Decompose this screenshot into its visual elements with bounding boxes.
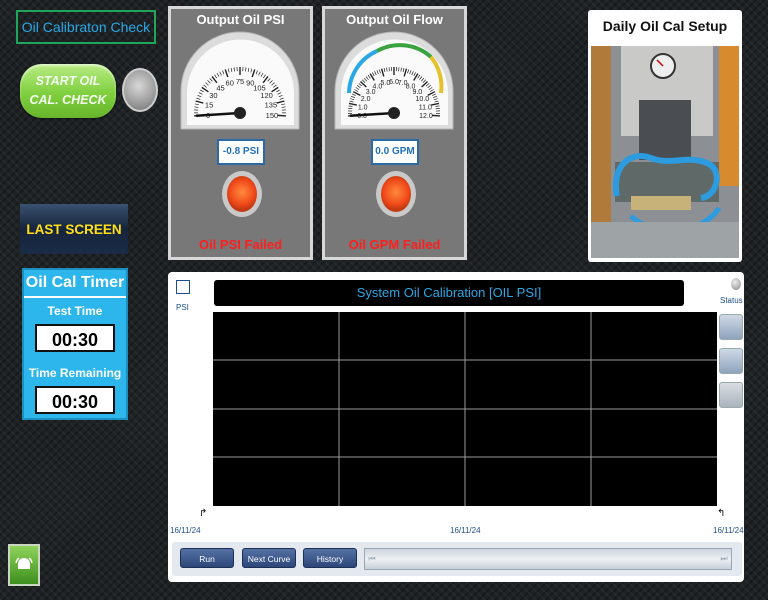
x-end-label: 16/11/24 bbox=[713, 526, 744, 535]
start-button-line2: CAL. CHECK bbox=[29, 93, 107, 107]
setup-photo bbox=[591, 46, 739, 258]
gpm-tick bbox=[431, 114, 440, 117]
psi-tick-label: 120 bbox=[260, 91, 273, 100]
psi-tick-label: 15 bbox=[205, 101, 213, 110]
last-screen-button[interactable]: LAST SCREEN bbox=[20, 204, 128, 254]
time-remaining-label: Time Remaining bbox=[28, 366, 122, 380]
trend-scrollbar[interactable]: ⏮ ⏭ bbox=[364, 548, 732, 570]
oil-flow-gauge-panel: Output Oil Flow 0.0 1.0 2.0 3.0 4.0 5.0 6.0 7.0… bbox=[322, 6, 467, 260]
gpm-tick-label: 10.0 bbox=[416, 96, 430, 103]
y-axis-label: PSI bbox=[176, 303, 189, 312]
gpm-tick-label: 11.0 bbox=[419, 104, 432, 111]
start-oil-cal-check-button[interactable]: START OIL CAL. CHECK bbox=[20, 64, 116, 118]
gpm-tick-label: 12.0 bbox=[419, 113, 433, 120]
page-title: Oil Calibraton Check bbox=[16, 10, 156, 44]
trend-curve-icon[interactable] bbox=[719, 348, 743, 374]
psi-tick-label: 150 bbox=[266, 111, 279, 120]
oil-psi-gauge-panel: Output Oil PSI 0153045607590105120135150… bbox=[168, 6, 313, 260]
camera-icon[interactable] bbox=[719, 314, 743, 340]
status-lamp bbox=[731, 278, 741, 290]
x-mid-label: 16/11/24 bbox=[450, 526, 481, 535]
timer-title: Oil Cal Timer bbox=[24, 270, 126, 298]
pen-icon[interactable] bbox=[719, 382, 743, 408]
flow-gauge-dial: 0.01.02.03.04.05.06.07.08.09.010.011.012… bbox=[334, 31, 454, 130]
run-button[interactable]: Run bbox=[180, 548, 234, 568]
trend-grid bbox=[213, 312, 717, 506]
start-status-lamp bbox=[122, 68, 158, 112]
flow-gauge-title: Output Oil Flow bbox=[346, 12, 443, 27]
scroll-last-icon[interactable]: ⏭ bbox=[718, 551, 730, 567]
psi-tick-label: 45 bbox=[216, 84, 224, 93]
trend-plot-area bbox=[213, 312, 717, 506]
scroll-first-icon[interactable]: ⏮ bbox=[366, 551, 378, 567]
history-button[interactable]: History bbox=[303, 548, 357, 568]
psi-tick-label: 75 bbox=[236, 77, 244, 86]
psi-tick-label: 60 bbox=[226, 79, 234, 88]
psi-readout: -0.8 PSI bbox=[217, 139, 265, 165]
psi-gauge-title: Output Oil PSI bbox=[196, 12, 285, 27]
trend-chart-panel: PSI System Oil Calibration [OIL PSI] Sta… bbox=[168, 272, 744, 582]
test-time-value: 00:30 bbox=[35, 324, 115, 352]
flow-needle-hub bbox=[388, 107, 400, 119]
x-start-label: 16/11/24 bbox=[170, 526, 201, 535]
expand-icon[interactable] bbox=[176, 280, 190, 294]
psi-status-text: Oil PSI Failed bbox=[198, 237, 283, 252]
psi-status-lamp bbox=[222, 171, 262, 217]
psi-tick-label: 135 bbox=[265, 101, 278, 110]
x-end-marker-icon: ↰ bbox=[717, 508, 726, 519]
time-remaining-value: 00:30 bbox=[35, 386, 115, 414]
start-button-line1: START OIL bbox=[35, 74, 101, 88]
test-time-label: Test Time bbox=[47, 304, 103, 318]
next-curve-button[interactable]: Next Curve bbox=[242, 548, 296, 568]
oil-cal-timer-panel: Oil Cal Timer Test Time 00:30 Time Remai… bbox=[22, 268, 128, 420]
gpm-tick-label: 9.0 bbox=[412, 89, 422, 96]
alarm-icon[interactable] bbox=[8, 544, 40, 586]
flow-readout: 0.0 GPM bbox=[371, 139, 419, 165]
status-label: Status bbox=[720, 296, 743, 305]
psi-tick bbox=[277, 114, 286, 117]
flow-status-text: Oil GPM Failed bbox=[348, 237, 441, 252]
trend-title: System Oil Calibration [OIL PSI] bbox=[214, 280, 684, 306]
gpm-tick-label: 2.0 bbox=[361, 96, 371, 103]
flow-status-lamp bbox=[376, 171, 416, 217]
gpm-tick-label: 1.0 bbox=[358, 104, 368, 111]
psi-needle-hub bbox=[234, 107, 246, 119]
x-start-marker-icon: ↱ bbox=[199, 508, 208, 519]
daily-oil-cal-setup-card: Daily Oil Cal Setup bbox=[588, 10, 742, 262]
setup-card-title: Daily Oil Cal Setup bbox=[602, 18, 728, 34]
psi-gauge-dial: 0153045607590105120135150 bbox=[180, 31, 300, 130]
